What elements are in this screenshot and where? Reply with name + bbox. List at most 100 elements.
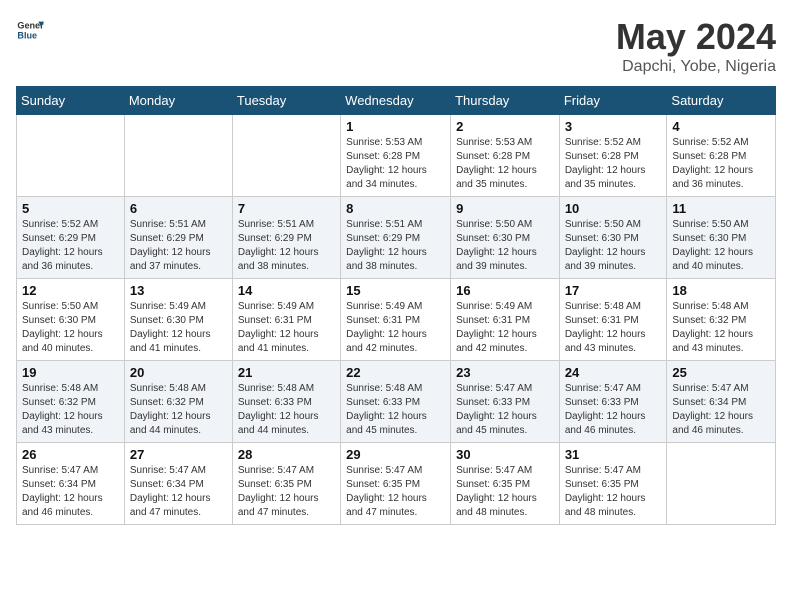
weekday-header-tuesday: Tuesday (232, 87, 340, 115)
calendar-cell: 18 Sunrise: 5:48 AM Sunset: 6:32 PM Dayli… (667, 279, 776, 361)
day-info: Sunrise: 5:53 AM Sunset: 6:28 PM Dayligh… (456, 136, 554, 192)
day-number: 22 (346, 365, 445, 380)
calendar-week-row: 5Sunrise: 5:52 AM Sunset: 6:29 PM Daylig… (17, 197, 776, 279)
logo: General Blue (16, 16, 44, 44)
day-info: Sunrise: 5:52 AM Sunset: 6:28 PM Dayligh… (565, 136, 662, 192)
day-number: 21 (238, 365, 335, 380)
day-number: 26 (22, 447, 119, 462)
day-info: Sunrise: 5:47 AM Sunset: 6:34 PM Dayligh… (130, 464, 227, 520)
day-number: 18 (672, 283, 770, 298)
day-number: 11 (672, 201, 770, 216)
day-number: 25 (672, 365, 770, 380)
day-info: Sunrise: 5:52 AM Sunset: 6:29 PM Dayligh… (22, 218, 119, 274)
day-info: Sunrise: 5:47 AM Sunset: 6:33 PM Dayligh… (565, 382, 662, 438)
calendar-cell: 16 Sunrise: 5:49 AM Sunset: 6:31 PM Dayli… (451, 279, 560, 361)
calendar-cell: 21 Sunrise: 5:48 AM Sunset: 6:33 PM Dayli… (232, 361, 340, 443)
calendar-title: May 2024 (616, 16, 776, 58)
calendar-cell: 12 Sunrise: 5:50 AM Sunset: 6:30 PM Dayli… (17, 279, 125, 361)
calendar-cell: 30 Sunrise: 5:47 AM Sunset: 6:35 PM Dayli… (451, 443, 560, 525)
day-info: Sunrise: 5:50 AM Sunset: 6:30 PM Dayligh… (22, 300, 119, 356)
calendar-cell: 15 Sunrise: 5:49 AM Sunset: 6:31 PM Dayli… (341, 279, 451, 361)
calendar-cell: 31 Sunrise: 5:47 AM Sunset: 6:35 PM Dayli… (559, 443, 667, 525)
calendar-cell: 19 Sunrise: 5:48 AM Sunset: 6:32 PM Dayli… (17, 361, 125, 443)
day-number: 30 (456, 447, 554, 462)
logo-icon: General Blue (16, 16, 44, 44)
day-number: 17 (565, 283, 662, 298)
day-number: 24 (565, 365, 662, 380)
calendar-week-row: 19 Sunrise: 5:48 AM Sunset: 6:32 PM Dayli… (17, 361, 776, 443)
calendar-cell: 17 Sunrise: 5:48 AM Sunset: 6:31 PM Dayli… (559, 279, 667, 361)
weekday-header-row: SundayMondayTuesdayWednesdayThursdayFrid… (17, 87, 776, 115)
day-number: 3 (565, 119, 662, 134)
calendar-cell: 6 Sunrise: 5:51 AM Sunset: 6:29 PM Daylig… (124, 197, 232, 279)
day-info: Sunrise: 5:48 AM Sunset: 6:32 PM Dayligh… (672, 300, 770, 356)
calendar-cell: 8 Sunrise: 5:51 AM Sunset: 6:29 PM Daylig… (341, 197, 451, 279)
calendar-cell: 5Sunrise: 5:52 AM Sunset: 6:29 PM Daylig… (17, 197, 125, 279)
day-info: Sunrise: 5:53 AM Sunset: 6:28 PM Dayligh… (346, 136, 445, 192)
day-number: 14 (238, 283, 335, 298)
calendar-cell (232, 115, 340, 197)
day-info: Sunrise: 5:47 AM Sunset: 6:34 PM Dayligh… (672, 382, 770, 438)
day-info: Sunrise: 5:48 AM Sunset: 6:32 PM Dayligh… (130, 382, 227, 438)
calendar-cell: 7Sunrise: 5:51 AM Sunset: 6:29 PM Daylig… (232, 197, 340, 279)
day-info: Sunrise: 5:47 AM Sunset: 6:35 PM Dayligh… (346, 464, 445, 520)
title-block: May 2024 Dapchi, Yobe, Nigeria (616, 16, 776, 76)
calendar-cell: 14Sunrise: 5:49 AM Sunset: 6:31 PM Dayli… (232, 279, 340, 361)
day-number: 15 (346, 283, 445, 298)
day-info: Sunrise: 5:47 AM Sunset: 6:34 PM Dayligh… (22, 464, 119, 520)
calendar-cell: 24 Sunrise: 5:47 AM Sunset: 6:33 PM Dayli… (559, 361, 667, 443)
calendar-week-row: 26 Sunrise: 5:47 AM Sunset: 6:34 PM Dayli… (17, 443, 776, 525)
day-number: 8 (346, 201, 445, 216)
calendar-cell: 13Sunrise: 5:49 AM Sunset: 6:30 PM Dayli… (124, 279, 232, 361)
calendar-cell: 9Sunrise: 5:50 AM Sunset: 6:30 PM Daylig… (451, 197, 560, 279)
calendar-cell (124, 115, 232, 197)
day-number: 19 (22, 365, 119, 380)
day-number: 16 (456, 283, 554, 298)
calendar-cell: 23Sunrise: 5:47 AM Sunset: 6:33 PM Dayli… (451, 361, 560, 443)
calendar-cell: 28Sunrise: 5:47 AM Sunset: 6:35 PM Dayli… (232, 443, 340, 525)
day-info: Sunrise: 5:47 AM Sunset: 6:35 PM Dayligh… (565, 464, 662, 520)
calendar-cell: 3 Sunrise: 5:52 AM Sunset: 6:28 PM Daylig… (559, 115, 667, 197)
day-number: 7 (238, 201, 335, 216)
day-info: Sunrise: 5:47 AM Sunset: 6:35 PM Dayligh… (238, 464, 335, 520)
calendar-cell: 1 Sunrise: 5:53 AM Sunset: 6:28 PM Daylig… (341, 115, 451, 197)
day-number: 2 (456, 119, 554, 134)
day-info: Sunrise: 5:48 AM Sunset: 6:31 PM Dayligh… (565, 300, 662, 356)
day-info: Sunrise: 5:50 AM Sunset: 6:30 PM Dayligh… (672, 218, 770, 274)
day-number: 6 (130, 201, 227, 216)
svg-text:Blue: Blue (17, 30, 37, 40)
weekday-header-saturday: Saturday (667, 87, 776, 115)
day-info: Sunrise: 5:48 AM Sunset: 6:33 PM Dayligh… (238, 382, 335, 438)
calendar-week-row: 1 Sunrise: 5:53 AM Sunset: 6:28 PM Daylig… (17, 115, 776, 197)
calendar-location: Dapchi, Yobe, Nigeria (616, 58, 776, 76)
day-number: 27 (130, 447, 227, 462)
weekday-header-sunday: Sunday (17, 87, 125, 115)
day-info: Sunrise: 5:48 AM Sunset: 6:32 PM Dayligh… (22, 382, 119, 438)
day-info: Sunrise: 5:50 AM Sunset: 6:30 PM Dayligh… (565, 218, 662, 274)
calendar-week-row: 12 Sunrise: 5:50 AM Sunset: 6:30 PM Dayli… (17, 279, 776, 361)
day-info: Sunrise: 5:47 AM Sunset: 6:35 PM Dayligh… (456, 464, 554, 520)
calendar-cell: 25 Sunrise: 5:47 AM Sunset: 6:34 PM Dayli… (667, 361, 776, 443)
calendar-cell: 22Sunrise: 5:48 AM Sunset: 6:33 PM Dayli… (341, 361, 451, 443)
day-info: Sunrise: 5:50 AM Sunset: 6:30 PM Dayligh… (456, 218, 554, 274)
day-info: Sunrise: 5:49 AM Sunset: 6:31 PM Dayligh… (456, 300, 554, 356)
weekday-header-thursday: Thursday (451, 87, 560, 115)
day-number: 12 (22, 283, 119, 298)
calendar-cell: 2 Sunrise: 5:53 AM Sunset: 6:28 PM Daylig… (451, 115, 560, 197)
calendar-cell: 10 Sunrise: 5:50 AM Sunset: 6:30 PM Dayli… (559, 197, 667, 279)
calendar-cell: 27 Sunrise: 5:47 AM Sunset: 6:34 PM Dayli… (124, 443, 232, 525)
day-info: Sunrise: 5:52 AM Sunset: 6:28 PM Dayligh… (672, 136, 770, 192)
weekday-header-friday: Friday (559, 87, 667, 115)
day-number: 1 (346, 119, 445, 134)
calendar-cell: 20Sunrise: 5:48 AM Sunset: 6:32 PM Dayli… (124, 361, 232, 443)
calendar-cell: 29Sunrise: 5:47 AM Sunset: 6:35 PM Dayli… (341, 443, 451, 525)
day-info: Sunrise: 5:49 AM Sunset: 6:30 PM Dayligh… (130, 300, 227, 356)
day-number: 10 (565, 201, 662, 216)
day-number: 31 (565, 447, 662, 462)
day-info: Sunrise: 5:51 AM Sunset: 6:29 PM Dayligh… (130, 218, 227, 274)
day-info: Sunrise: 5:51 AM Sunset: 6:29 PM Dayligh… (346, 218, 445, 274)
day-info: Sunrise: 5:49 AM Sunset: 6:31 PM Dayligh… (346, 300, 445, 356)
calendar-cell: 11 Sunrise: 5:50 AM Sunset: 6:30 PM Dayli… (667, 197, 776, 279)
page-header: General Blue May 2024 Dapchi, Yobe, Nige… (16, 16, 776, 76)
day-number: 23 (456, 365, 554, 380)
